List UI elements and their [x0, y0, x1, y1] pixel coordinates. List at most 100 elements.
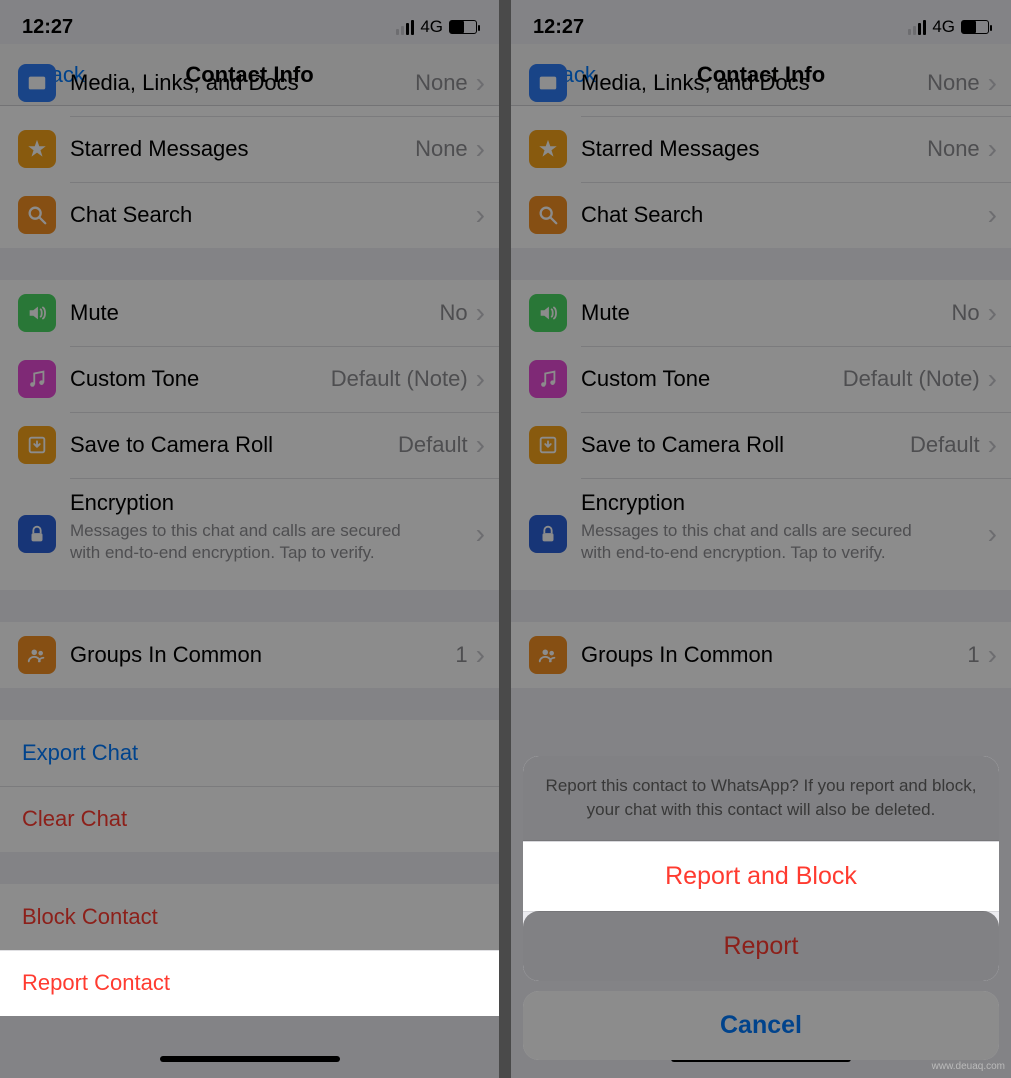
lock-icon: [529, 515, 567, 553]
content: Media, Links, and Docs None › Starred Me…: [0, 50, 499, 1016]
star-icon: [529, 130, 567, 168]
speaker-icon: [18, 294, 56, 332]
sheet-message: Report this contact to WhatsApp? If you …: [523, 756, 999, 841]
status-bar: 12:27 4G: [511, 0, 1011, 44]
status-right: 4G: [396, 17, 477, 37]
right-phone: 12:27 4G Back Contact Info Media, Links,…: [511, 0, 1011, 1078]
row-camera[interactable]: Save to Camera Roll Default ›: [511, 412, 1011, 478]
tone-value: Default (Note): [843, 366, 988, 392]
starred-value: None: [927, 136, 988, 162]
network-label: 4G: [932, 17, 955, 37]
chevron-right-icon: ›: [988, 135, 997, 163]
chevron-right-icon: ›: [988, 520, 997, 548]
encryption-sub: Messages to this chat and calls are secu…: [70, 516, 410, 578]
group-settings: Mute No › Custom Tone Default (Note) ›: [511, 280, 1011, 590]
search-icon: [18, 196, 56, 234]
clear-label: Clear Chat: [22, 806, 127, 832]
sheet-cancel-button[interactable]: Cancel: [523, 991, 999, 1060]
row-starred[interactable]: Starred Messages None ›: [0, 116, 499, 182]
chevron-right-icon: ›: [476, 201, 485, 229]
media-value: None: [415, 70, 476, 96]
encryption-label: Encryption: [581, 490, 685, 516]
camera-value: Default: [910, 432, 988, 458]
sheet-body: Report this contact to WhatsApp? If you …: [523, 756, 999, 981]
chevron-right-icon: ›: [476, 365, 485, 393]
media-icon: [18, 64, 56, 102]
group-groups: Groups In Common 1 ›: [0, 622, 499, 688]
chevron-right-icon: ›: [476, 520, 485, 548]
row-groups[interactable]: Groups In Common 1 ›: [511, 622, 1011, 688]
network-label: 4G: [420, 17, 443, 37]
export-label: Export Chat: [22, 740, 138, 766]
groups-value: 1: [455, 642, 475, 668]
chevron-right-icon: ›: [988, 299, 997, 327]
chevron-right-icon: ›: [988, 365, 997, 393]
tone-value: Default (Note): [331, 366, 476, 392]
sheet-report-button[interactable]: Report: [523, 911, 999, 981]
row-media[interactable]: Media, Links, and Docs None ›: [511, 50, 1011, 116]
cancel-label: Cancel: [720, 1011, 802, 1039]
action-sheet: Report this contact to WhatsApp? If you …: [523, 756, 999, 1060]
row-export[interactable]: Export Chat: [0, 720, 499, 786]
speaker-icon: [529, 294, 567, 332]
lock-icon: [18, 515, 56, 553]
battery-icon: [449, 20, 477, 34]
starred-value: None: [415, 136, 476, 162]
search-icon: [529, 196, 567, 234]
music-icon: [18, 360, 56, 398]
chevron-right-icon: ›: [476, 135, 485, 163]
row-media[interactable]: Media, Links, and Docs None ›: [0, 50, 499, 116]
row-search[interactable]: Chat Search ›: [0, 182, 499, 248]
home-indicator: [160, 1056, 340, 1062]
row-groups[interactable]: Groups In Common 1 ›: [0, 622, 499, 688]
row-encryption[interactable]: Encryption Messages to this chat and cal…: [0, 478, 499, 590]
chevron-right-icon: ›: [988, 201, 997, 229]
row-mute[interactable]: Mute No ›: [0, 280, 499, 346]
group-media: Media, Links, and Docs None › Starred Me…: [0, 50, 499, 248]
row-block[interactable]: Block Contact: [0, 884, 499, 950]
camera-label: Save to Camera Roll: [581, 432, 784, 458]
tone-label: Custom Tone: [70, 366, 199, 392]
row-search[interactable]: Chat Search ›: [511, 182, 1011, 248]
row-tone[interactable]: Custom Tone Default (Note) ›: [511, 346, 1011, 412]
content: Media, Links, and Docs None › Starred Me…: [511, 50, 1011, 688]
row-starred[interactable]: Starred Messages None ›: [511, 116, 1011, 182]
people-icon: [529, 636, 567, 674]
row-report[interactable]: Report Contact: [0, 950, 499, 1016]
row-tone[interactable]: Custom Tone Default (Note) ›: [0, 346, 499, 412]
star-icon: [18, 130, 56, 168]
mute-label: Mute: [581, 300, 630, 326]
group-block: Block Contact Report Contact: [0, 884, 499, 1016]
row-encryption[interactable]: Encryption Messages to this chat and cal…: [511, 478, 1011, 590]
group-chat-actions: Export Chat Clear Chat: [0, 720, 499, 852]
battery-icon: [961, 20, 989, 34]
row-camera[interactable]: Save to Camera Roll Default ›: [0, 412, 499, 478]
row-mute[interactable]: Mute No ›: [511, 280, 1011, 346]
starred-label: Starred Messages: [70, 136, 249, 162]
block-label: Block Contact: [22, 904, 158, 930]
chevron-right-icon: ›: [476, 69, 485, 97]
starred-label: Starred Messages: [581, 136, 760, 162]
group-groups: Groups In Common 1 ›: [511, 622, 1011, 688]
signal-icon: [908, 20, 926, 35]
groups-label: Groups In Common: [581, 642, 773, 668]
save-icon: [529, 426, 567, 464]
search-label: Chat Search: [70, 202, 192, 228]
status-bar: 12:27 4G: [0, 0, 499, 44]
row-clear[interactable]: Clear Chat: [0, 786, 499, 852]
encryption-label: Encryption: [70, 490, 174, 516]
music-icon: [529, 360, 567, 398]
chevron-right-icon: ›: [476, 299, 485, 327]
media-label: Media, Links, and Docs: [581, 70, 810, 96]
camera-label: Save to Camera Roll: [70, 432, 273, 458]
people-icon: [18, 636, 56, 674]
sheet-report-block-button[interactable]: Report and Block: [523, 841, 999, 911]
chevron-right-icon: ›: [988, 69, 997, 97]
status-time: 12:27: [22, 16, 73, 39]
groups-value: 1: [967, 642, 987, 668]
chevron-right-icon: ›: [988, 431, 997, 459]
mute-value: No: [440, 300, 476, 326]
chevron-right-icon: ›: [476, 641, 485, 669]
watermark: www.deuaq.com: [932, 1061, 1005, 1072]
chevron-right-icon: ›: [476, 431, 485, 459]
